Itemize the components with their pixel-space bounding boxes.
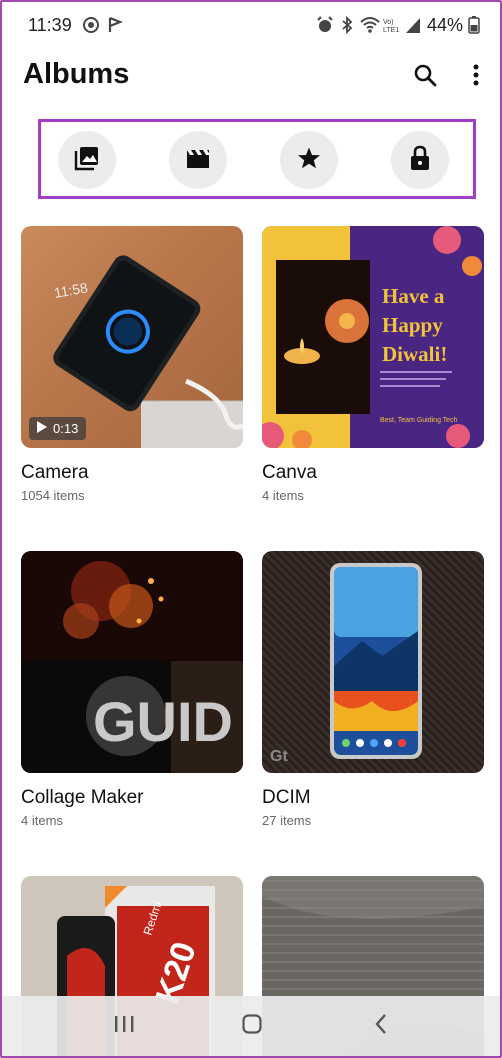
battery-icon	[468, 16, 480, 34]
album-name: Canva	[262, 462, 317, 483]
quick-filter-bar	[38, 119, 476, 199]
play-icon	[37, 421, 47, 436]
videos-icon	[185, 146, 211, 175]
canva-line2: Happy	[382, 313, 443, 337]
svg-text:LTE1: LTE1	[383, 27, 399, 34]
album-name: Camera	[21, 462, 89, 483]
album-count: 1054 items	[21, 488, 85, 503]
photos-icon	[74, 145, 100, 176]
favorites-star-icon	[297, 146, 321, 175]
alarm-icon	[316, 16, 334, 34]
album-canva[interactable]: Have a Happy Diwali! Best, Team Guiding …	[262, 226, 484, 503]
album-thumbnail: 11:58 0:13	[21, 226, 243, 448]
filter-photos-button[interactable]	[58, 131, 116, 189]
screen: 11:39 Vo) LTE1 44% Albums 11:58 0:13 Cam…	[0, 0, 502, 1058]
canva-caption: Best, Team Guiding Tech	[380, 417, 458, 424]
album-dcim[interactable]: Gt DCIM 27 items	[262, 551, 484, 828]
status-bar: 11:39 Vo) LTE1 44%	[2, 2, 500, 50]
album-name: DCIM	[262, 787, 311, 808]
search-icon	[413, 63, 437, 92]
more-vert-icon	[472, 63, 480, 92]
system-nav-bar	[2, 996, 500, 1056]
canva-line3: Diwali!	[382, 342, 447, 366]
collage-sign-text: GUID	[93, 690, 233, 753]
record-icon	[82, 16, 100, 34]
phone-clock-text: 11:58	[53, 279, 89, 301]
album-collage-maker[interactable]: GUID Collage Maker 4 items	[21, 551, 243, 828]
filter-videos-button[interactable]	[169, 131, 227, 189]
album-camera[interactable]: 11:58 0:13 Camera 1054 items	[21, 226, 243, 503]
album-thumbnail: Have a Happy Diwali! Best, Team Guiding …	[262, 226, 484, 448]
album-count: 27 items	[262, 813, 312, 828]
album-thumbnail: GUID	[21, 551, 243, 773]
secure-lock-icon	[409, 145, 431, 176]
wifi-icon	[360, 16, 380, 34]
back-button[interactable]	[366, 1011, 396, 1041]
recent-apps-button[interactable]	[109, 1011, 139, 1041]
back-icon	[373, 1013, 389, 1040]
battery-percent: 44%	[427, 15, 464, 35]
svg-text:Gt: Gt	[270, 748, 288, 765]
search-button[interactable]	[410, 62, 440, 92]
status-time: 11:39	[28, 15, 72, 35]
video-duration-badge: 0:13	[29, 417, 87, 440]
more-options-button[interactable]	[461, 62, 491, 92]
bluetooth-icon	[338, 15, 356, 35]
canva-line1: Have a	[382, 284, 445, 308]
album-count: 4 items	[21, 813, 63, 828]
signal-icon	[405, 16, 421, 34]
video-duration: 0:13	[53, 421, 79, 436]
volte-signal-icon: Vo) LTE1	[383, 16, 405, 34]
album-count: 4 items	[262, 488, 304, 503]
home-button[interactable]	[237, 1011, 267, 1041]
album-name: Collage Maker	[21, 787, 144, 808]
flag-icon	[106, 16, 124, 34]
filter-favorites-button[interactable]	[280, 131, 338, 189]
recent-apps-icon	[113, 1014, 135, 1039]
page-title: Albums	[23, 58, 130, 90]
home-icon	[241, 1013, 263, 1040]
filter-secure-button[interactable]	[391, 131, 449, 189]
album-thumbnail: Gt	[262, 551, 484, 773]
svg-text:Vo): Vo)	[383, 19, 394, 26]
